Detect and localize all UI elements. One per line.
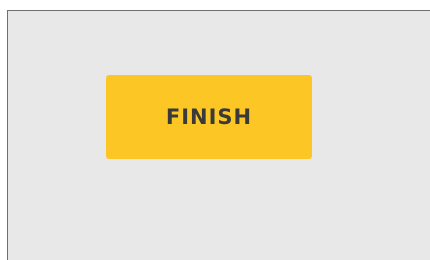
finish-button[interactable]: FINISH [106, 75, 312, 159]
content-panel: FINISH [7, 10, 430, 260]
